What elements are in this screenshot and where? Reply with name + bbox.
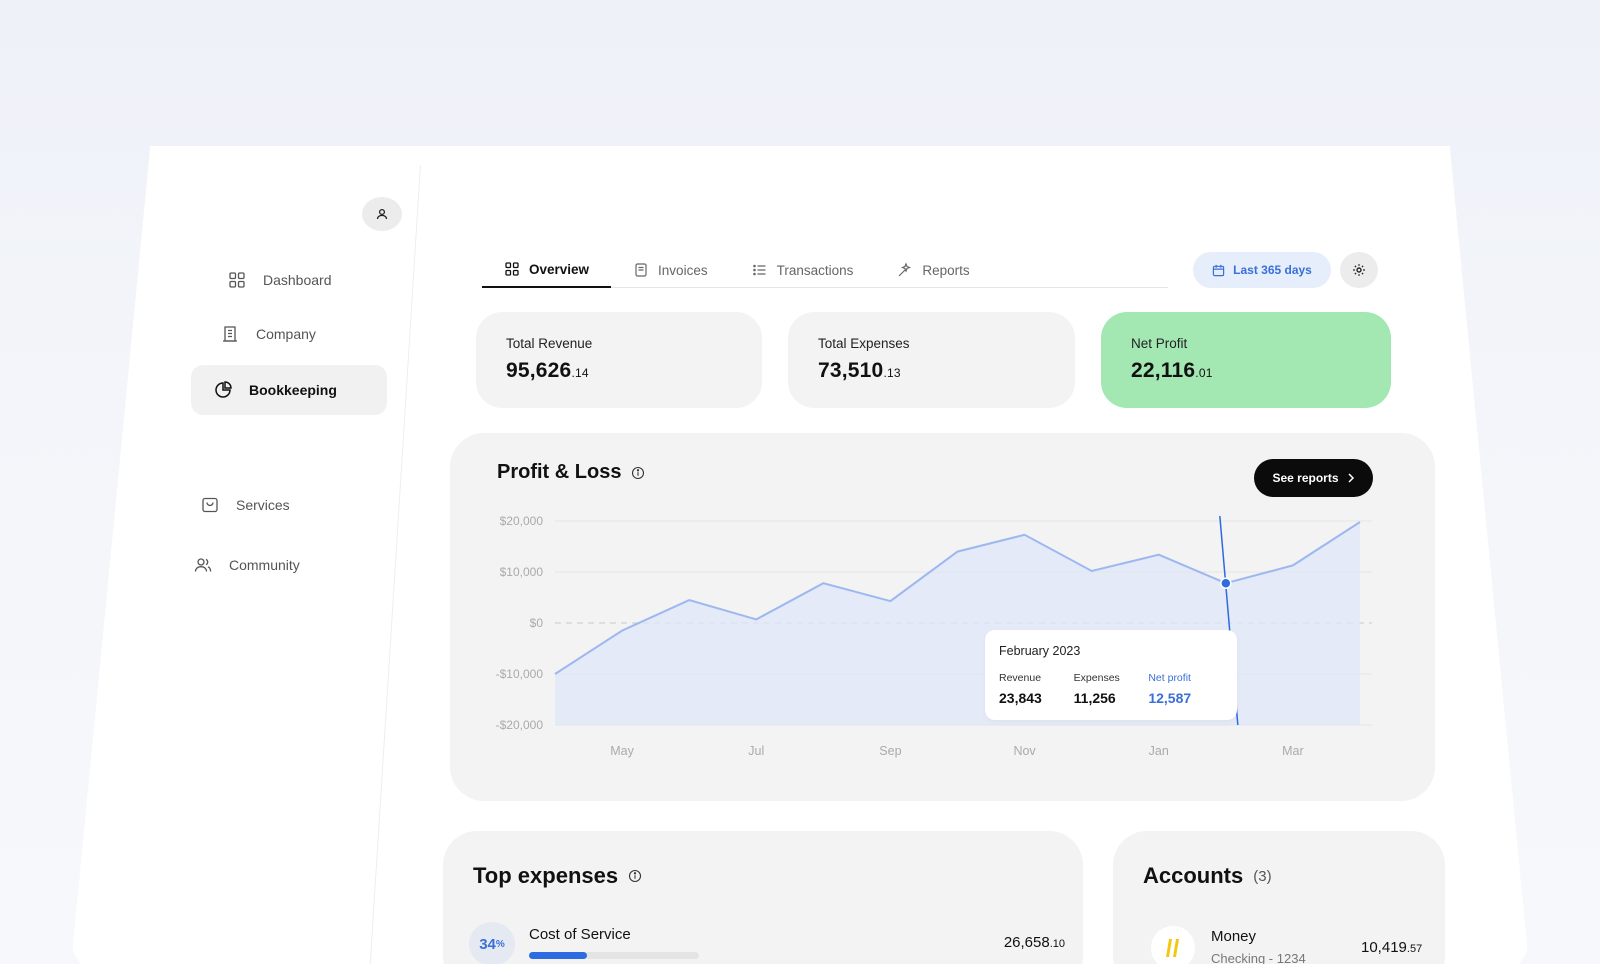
tooltip-net-profit: Net profit 12,587 [1148, 672, 1192, 706]
sidebar-item-dashboard[interactable]: Dashboard [227, 270, 332, 290]
tab-label: Invoices [658, 262, 708, 278]
accounts-card: Accounts (3) Money Checking - 1234 10,41… [1113, 831, 1445, 964]
pie-chart-icon [215, 381, 232, 398]
calendar-icon [1212, 264, 1225, 276]
top-expenses-card: Top expenses 34% Cost of Service 26,658.… [443, 831, 1083, 964]
y-tick-label: -$20,000 [496, 718, 544, 732]
tooltip-expenses: Expenses 11,256 [1073, 672, 1120, 706]
app-panel-top [152, 146, 1452, 206]
tooltip-revenue: Revenue 23,843 [999, 672, 1042, 706]
date-range-label: Last 365 days [1233, 263, 1312, 277]
stat-card-revenue: Total Revenue 95,626.14 [476, 312, 762, 408]
tooltip-title: February 2023 [999, 644, 1081, 658]
expense-percent: 34% [469, 922, 515, 964]
stat-value: 22,116.01 [1131, 359, 1213, 382]
stat-value: 95,626.14 [506, 359, 589, 382]
x-tick-label: May [610, 744, 634, 758]
sidebar-item-label: Company [256, 326, 316, 342]
expense-bar [529, 952, 699, 959]
y-tick-label: -$10,000 [496, 667, 544, 681]
chart-tooltip: February 2023 Revenue 23,843 Expenses 11… [985, 630, 1237, 720]
sidebar-item-community[interactable]: Community [193, 555, 300, 575]
stat-label: Total Revenue [506, 336, 593, 351]
x-tick-label: Jul [748, 744, 764, 758]
date-range-button[interactable]: Last 365 days [1193, 252, 1331, 288]
tab-reports[interactable]: Reports [875, 252, 991, 288]
sidebar-item-company[interactable]: Company [220, 324, 316, 344]
tab-bar: Overview Invoices Transactions Reports [482, 252, 1168, 288]
expense-amount: 26,658.10 [1003, 934, 1065, 951]
sparkle-icon [898, 262, 912, 277]
sidebar-item-services[interactable]: Services [200, 495, 290, 515]
y-tick-label: $20,000 [500, 514, 544, 528]
x-tick-label: Sep [879, 744, 901, 758]
grid-icon [505, 262, 519, 276]
stat-card-expenses: Total Expenses 73,510.13 [788, 312, 1075, 408]
expense-row[interactable]: 34% Cost of Service 26,658.10 [469, 922, 1065, 964]
tab-overview[interactable]: Overview [482, 252, 612, 288]
tab-label: Reports [922, 262, 970, 278]
tab-label: Overview [529, 261, 590, 277]
gear-icon [1353, 264, 1365, 276]
accounts-title: Accounts (3) [1143, 863, 1272, 888]
tab-invoices[interactable]: Invoices [611, 252, 730, 288]
building-icon [223, 326, 237, 342]
bag-icon [202, 497, 218, 513]
stat-value: 73,510.13 [818, 359, 901, 382]
top-expenses-title: Top expenses [473, 863, 642, 889]
user-avatar-button[interactable] [362, 197, 402, 231]
grid-icon [229, 272, 245, 288]
expense-name: Cost of Service [529, 926, 631, 943]
sidebar-item-label: Community [229, 557, 300, 573]
settings-button[interactable] [1340, 252, 1378, 288]
tab-transactions[interactable]: Transactions [730, 252, 876, 288]
sidebar-item-label: Bookkeeping [249, 382, 337, 398]
profit-loss-chart: $20,000 $10,000 $0 -$10,000 -$20,000 May Jul Se… [496, 514, 1372, 758]
x-tick-label: Nov [1013, 744, 1036, 758]
account-balance: 10,419.57 [1361, 939, 1423, 956]
stat-label: Total Expenses [818, 336, 910, 351]
expense-bar-fill [529, 952, 587, 959]
tab-label: Transactions [776, 262, 854, 278]
y-tick-label: $10,000 [500, 565, 544, 579]
stat-card-net-profit: Net Profit 22,116.01 [1101, 312, 1391, 408]
highlight-point [1220, 577, 1232, 589]
profit-loss-card: Profit & Loss See reports $20,000 $10,000… [450, 433, 1435, 801]
y-tick-label: $0 [530, 616, 544, 630]
x-tick-label: Mar [1282, 744, 1304, 758]
document-icon [635, 263, 647, 277]
sidebar-item-label: Services [236, 497, 290, 513]
sidebar-item-label: Dashboard [263, 272, 332, 288]
sidebar-item-bookkeeping[interactable]: Bookkeeping [191, 365, 387, 415]
x-tick-label: Jan [1149, 744, 1169, 758]
bank-logo-icon [1151, 926, 1195, 964]
stat-label: Net Profit [1131, 336, 1188, 351]
list-icon [752, 264, 766, 276]
info-icon[interactable] [628, 869, 642, 883]
account-name[interactable]: Money [1211, 928, 1256, 945]
accounts-count: (3) [1253, 867, 1272, 885]
account-subtitle: Checking - 1234 [1211, 951, 1306, 964]
users-icon [194, 558, 212, 572]
user-icon [376, 208, 388, 220]
